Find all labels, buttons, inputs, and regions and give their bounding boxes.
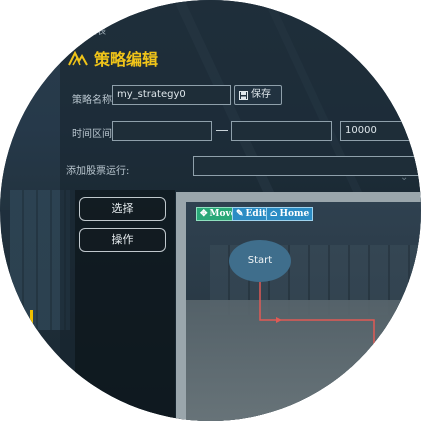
edit-tool-button[interactable]: ✎ Edit [232, 207, 271, 221]
operate-button[interactable]: 操作 [79, 228, 166, 252]
logo-icon [68, 50, 88, 66]
save-icon [239, 90, 248, 100]
end-date-input[interactable] [231, 121, 332, 141]
action-sidebar [75, 190, 175, 421]
strategy-name-input[interactable]: my_strategy0 [112, 85, 231, 105]
strategy-name-label: 策略名称 [72, 95, 112, 106]
chevron-down-icon: ⌄ [400, 172, 409, 183]
edit-tool-label: Edit [245, 209, 267, 219]
range-separator [216, 130, 228, 131]
edit-icon: ✎ [236, 209, 244, 219]
page-title: 策略编辑 [94, 50, 159, 69]
title-row: 策略编辑 [68, 46, 158, 70]
add-stock-select[interactable] [193, 156, 421, 176]
save-button[interactable]: 保存 [234, 85, 282, 105]
home-icon: ⌂ [270, 209, 278, 219]
save-label: 保存 [251, 89, 271, 100]
add-stock-label: 添加股票运行: [66, 166, 130, 177]
select-button[interactable]: 选择 [79, 197, 166, 221]
background-accent [30, 310, 33, 350]
viewport: 列表 策略编辑 策略名称 my_strategy0 保存 时间区间 10000 … [0, 0, 421, 421]
amount-input[interactable]: 10000 [340, 121, 421, 141]
home-tool-button[interactable]: ⌂ Home [266, 207, 314, 221]
breadcrumb[interactable]: 列表 [88, 24, 106, 37]
start-date-input[interactable] [112, 121, 212, 141]
home-tool-label: Home [279, 209, 310, 219]
canvas-background-floor [186, 300, 421, 421]
time-range-label: 时间区间 [72, 129, 112, 140]
move-icon: ✥ [200, 209, 208, 219]
start-node[interactable]: Start [229, 240, 291, 282]
